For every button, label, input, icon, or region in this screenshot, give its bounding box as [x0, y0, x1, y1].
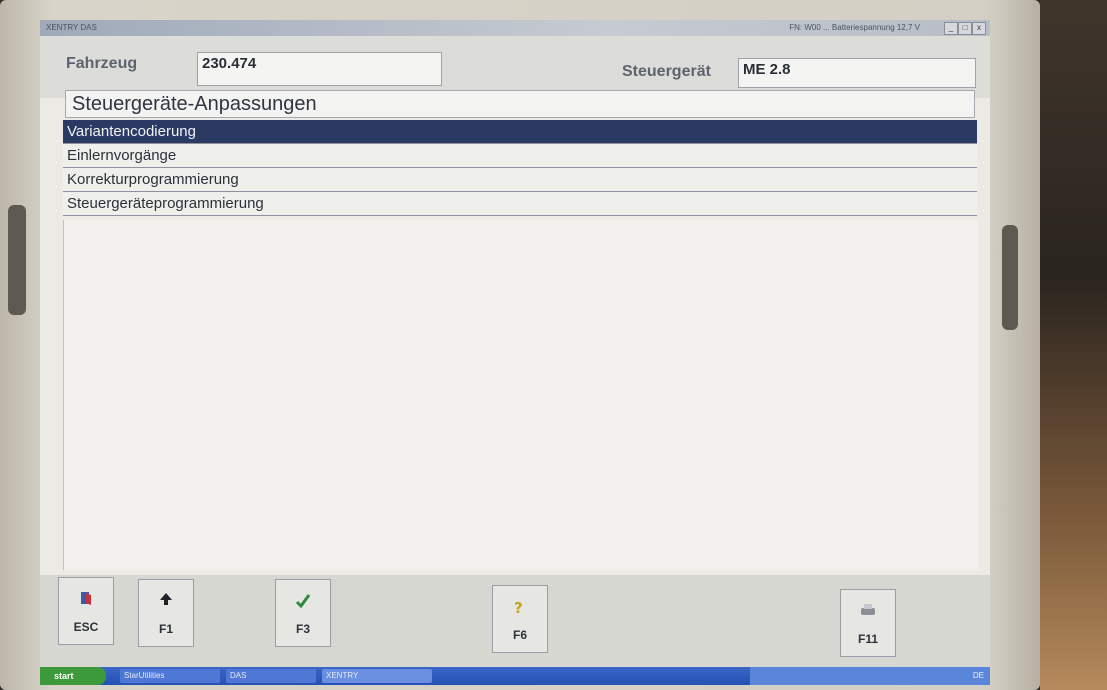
- checkmark-icon: [276, 592, 330, 614]
- taskbar-item[interactable]: StarUtilities: [120, 669, 220, 683]
- page-title: Steuergeräte-Anpassungen: [65, 90, 975, 118]
- content-area: [63, 220, 978, 570]
- minimize-button[interactable]: _: [944, 22, 958, 35]
- bezel-latch-left: [8, 205, 26, 315]
- ecu-label: Steuergerät: [622, 63, 711, 80]
- arrow-up-icon: [139, 592, 193, 614]
- vehicle-field: 230.474: [197, 52, 442, 86]
- vehicle-label: Fahrzeug: [66, 55, 138, 72]
- menu-item-variant-coding[interactable]: Variantencodierung: [63, 120, 977, 144]
- f6-button[interactable]: ? F6: [492, 585, 548, 653]
- taskbar-item[interactable]: DAS: [226, 669, 316, 683]
- esc-button[interactable]: ESC: [58, 577, 114, 645]
- window-titlebar: XENTRY DAS FN: W00 ... Batteriespannung …: [40, 20, 990, 36]
- bezel-latch-right: [1002, 225, 1018, 330]
- taskbar: start StarUtilities DAS XENTRY DE: [40, 667, 990, 685]
- adaptation-menu: Variantencodierung Einlernvorgänge Korre…: [63, 120, 977, 216]
- svg-text:?: ?: [514, 599, 523, 616]
- f11-button[interactable]: F11: [840, 589, 896, 657]
- help-icon: ?: [493, 598, 547, 620]
- system-tray: DE: [750, 667, 990, 685]
- menu-item-correction-programming[interactable]: Korrekturprogrammierung: [63, 168, 977, 192]
- desk-background: [1040, 0, 1107, 690]
- function-key-bar: ESC F1 F3 ? F6 F11: [40, 575, 990, 667]
- menu-item-learning-procedures[interactable]: Einlernvorgänge: [63, 144, 977, 168]
- f1-button[interactable]: F1: [138, 579, 194, 647]
- f3-button[interactable]: F3: [275, 579, 331, 647]
- f1-key-label: F1: [158, 622, 173, 636]
- start-button[interactable]: start: [40, 667, 106, 685]
- window-status-info: FN: W00 ... Batteriespannung 12,7 V: [789, 23, 920, 32]
- window-title: XENTRY DAS: [46, 23, 97, 32]
- screen: XENTRY DAS FN: W00 ... Batteriespannung …: [40, 20, 990, 685]
- maximize-button[interactable]: □: [958, 22, 972, 35]
- vehicle-header: Fahrzeug 230.474 Steuergerät ME 2.8: [40, 36, 990, 98]
- ecu-field: ME 2.8: [738, 58, 976, 88]
- f11-key-label: F11: [857, 632, 878, 646]
- printer-icon: [841, 602, 895, 624]
- taskbar-item-active[interactable]: XENTRY: [322, 669, 432, 683]
- esc-key-label: ESC: [73, 620, 99, 634]
- f6-key-label: F6: [512, 628, 527, 642]
- close-button[interactable]: x: [972, 22, 986, 35]
- menu-item-ecu-programming[interactable]: Steuergeräteprogrammierung: [63, 192, 977, 216]
- exit-door-icon: [59, 590, 113, 612]
- f3-key-label: F3: [295, 622, 310, 636]
